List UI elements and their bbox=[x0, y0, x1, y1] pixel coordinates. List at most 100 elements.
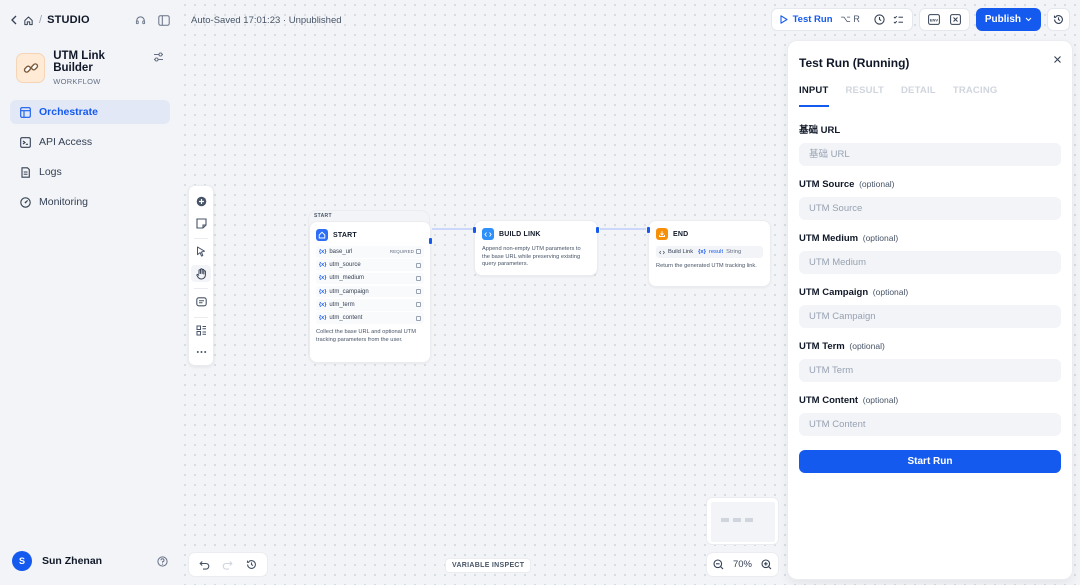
node-description: Append non-empty UTM parameters to the b… bbox=[482, 246, 581, 268]
output-var: result bbox=[708, 249, 724, 255]
code-icon bbox=[659, 250, 665, 254]
input-port[interactable] bbox=[647, 227, 650, 233]
node-header: END bbox=[656, 228, 763, 240]
field-label-text: UTM Term bbox=[799, 341, 845, 352]
text-type-icon bbox=[416, 275, 421, 281]
variable-prefix: {x} bbox=[319, 315, 327, 322]
optional-tag: (optional) bbox=[859, 179, 895, 189]
tab-result[interactable]: RESULT bbox=[846, 85, 885, 107]
utm-campaign-input[interactable] bbox=[799, 305, 1061, 328]
start-run-button[interactable]: Start Run bbox=[799, 450, 1061, 473]
user-account[interactable]: S Sun Zhenan bbox=[12, 551, 168, 571]
sidebar-header: / STUDIO bbox=[10, 0, 170, 40]
variable-list: {x} base_url REQUIRED {x} utm_source {x} utm… bbox=[316, 246, 424, 324]
minimap-node bbox=[733, 518, 741, 522]
variable-prefix: {x} bbox=[319, 288, 327, 295]
dashboard-icon bbox=[20, 196, 31, 208]
variable-row[interactable]: {x} utm_source bbox=[316, 259, 424, 271]
terminal-icon bbox=[20, 136, 31, 148]
variable-prefix: {x} bbox=[319, 301, 327, 308]
field-label-text: 基础 URL bbox=[799, 125, 841, 136]
field-label-text: UTM Source bbox=[799, 179, 855, 190]
nav-item-api-access[interactable]: API Access bbox=[10, 130, 170, 154]
output-port[interactable] bbox=[429, 238, 432, 244]
zoom-in-icon[interactable] bbox=[761, 559, 772, 570]
output-port[interactable] bbox=[596, 227, 599, 233]
field-label-text: UTM Content bbox=[799, 395, 859, 406]
end-node[interactable]: END Build Link {x} result String Return … bbox=[647, 220, 771, 287]
input-port[interactable] bbox=[473, 227, 476, 233]
variable-name: utm_campaign bbox=[329, 288, 369, 295]
code-icon bbox=[482, 228, 494, 240]
help-icon[interactable] bbox=[157, 555, 168, 567]
chevron-left-icon[interactable] bbox=[10, 15, 18, 25]
settings-sliders-icon[interactable] bbox=[153, 52, 164, 62]
test-run-panel: Test Run (Running) INPUT RESULT DETAIL T… bbox=[787, 40, 1073, 580]
nav-label: Logs bbox=[39, 166, 62, 178]
build-link-node[interactable]: BUILD LINK Append non-empty UTM paramete… bbox=[473, 220, 599, 276]
utm-term-input[interactable] bbox=[799, 359, 1061, 382]
tab-tracing[interactable]: TRACING bbox=[953, 85, 998, 107]
node-description: Collect the base URL and optional UTM tr… bbox=[316, 328, 417, 343]
field-label-utm-medium: UTM Medium (optional) bbox=[799, 233, 1061, 244]
redo-icon[interactable] bbox=[222, 560, 234, 570]
nav-label: Orchestrate bbox=[39, 106, 98, 118]
output-variable[interactable]: Build Link {x} result String bbox=[656, 246, 763, 258]
minimap-viewport bbox=[711, 502, 775, 542]
variable-row[interactable]: {x} utm_campaign bbox=[316, 285, 424, 298]
zoom-level[interactable]: 70% bbox=[733, 559, 752, 570]
nav-item-orchestrate[interactable]: Orchestrate bbox=[10, 100, 170, 124]
start-node[interactable]: START {x} base_url REQUIRED {x} utm_source … bbox=[309, 221, 432, 363]
variable-row[interactable]: {x} utm_medium bbox=[316, 272, 424, 285]
base-url-input[interactable] bbox=[799, 143, 1061, 166]
utm-source-input[interactable] bbox=[799, 197, 1061, 220]
home-icon[interactable] bbox=[23, 15, 34, 26]
sidebar: / STUDIO UTM Link Builder WORKFLOW Orche… bbox=[0, 0, 180, 585]
user-name: Sun Zhenan bbox=[42, 555, 103, 567]
variable-name: utm_source bbox=[329, 262, 361, 269]
tab-input[interactable]: INPUT bbox=[799, 85, 829, 107]
variable-name: utm_term bbox=[329, 301, 355, 308]
app-card[interactable]: UTM Link Builder WORKFLOW bbox=[10, 42, 170, 94]
variable-inspect-button[interactable]: VARIABLE INSPECT bbox=[445, 558, 532, 573]
optional-tag: (optional) bbox=[849, 341, 885, 351]
avatar: S bbox=[12, 551, 32, 571]
variable-prefix: {x} bbox=[319, 262, 327, 269]
history-icon[interactable] bbox=[246, 559, 257, 570]
field-label-text: UTM Medium bbox=[799, 233, 859, 244]
node-header: START bbox=[316, 229, 424, 241]
tab-detail[interactable]: DETAIL bbox=[901, 85, 936, 107]
file-list-icon bbox=[20, 166, 31, 178]
zoom-out-icon[interactable] bbox=[713, 559, 724, 570]
layout-icon bbox=[20, 106, 31, 118]
app-title: UTM Link Builder bbox=[53, 50, 105, 74]
close-icon[interactable] bbox=[1053, 55, 1062, 64]
undo-icon[interactable] bbox=[199, 560, 210, 570]
variable-prefix: {x} bbox=[319, 275, 327, 282]
variable-row[interactable]: {x} utm_term bbox=[316, 299, 424, 311]
output-type: String bbox=[726, 249, 742, 255]
utm-content-input[interactable] bbox=[799, 413, 1061, 436]
minimap-node bbox=[721, 518, 729, 522]
breadcrumb-separator: / bbox=[39, 14, 43, 26]
output-source: Build Link bbox=[668, 249, 694, 255]
nav-item-monitoring[interactable]: Monitoring bbox=[10, 190, 170, 214]
field-label-base-url: 基础 URL bbox=[799, 122, 1061, 136]
node-title: END bbox=[673, 230, 689, 238]
optional-tag: (optional) bbox=[862, 233, 899, 243]
nav-item-logs[interactable]: Logs bbox=[10, 160, 170, 184]
utm-medium-input[interactable] bbox=[799, 251, 1061, 274]
variable-row[interactable]: {x} base_url REQUIRED bbox=[316, 246, 424, 258]
field-label-text: UTM Campaign bbox=[799, 287, 869, 298]
variable-row[interactable]: {x} utm_content bbox=[316, 312, 424, 324]
variable-name: utm_content bbox=[329, 315, 363, 322]
start-group-label: START bbox=[314, 213, 332, 219]
home-icon bbox=[316, 229, 328, 241]
sidebar-toggle-icon[interactable] bbox=[158, 14, 170, 26]
optional-tag: (optional) bbox=[872, 287, 909, 297]
studio-link[interactable]: STUDIO bbox=[47, 14, 90, 26]
nav-label: API Access bbox=[39, 136, 93, 148]
headset-icon[interactable] bbox=[135, 15, 146, 26]
minimap[interactable] bbox=[706, 497, 779, 545]
variable-prefix: {x} bbox=[698, 249, 706, 255]
